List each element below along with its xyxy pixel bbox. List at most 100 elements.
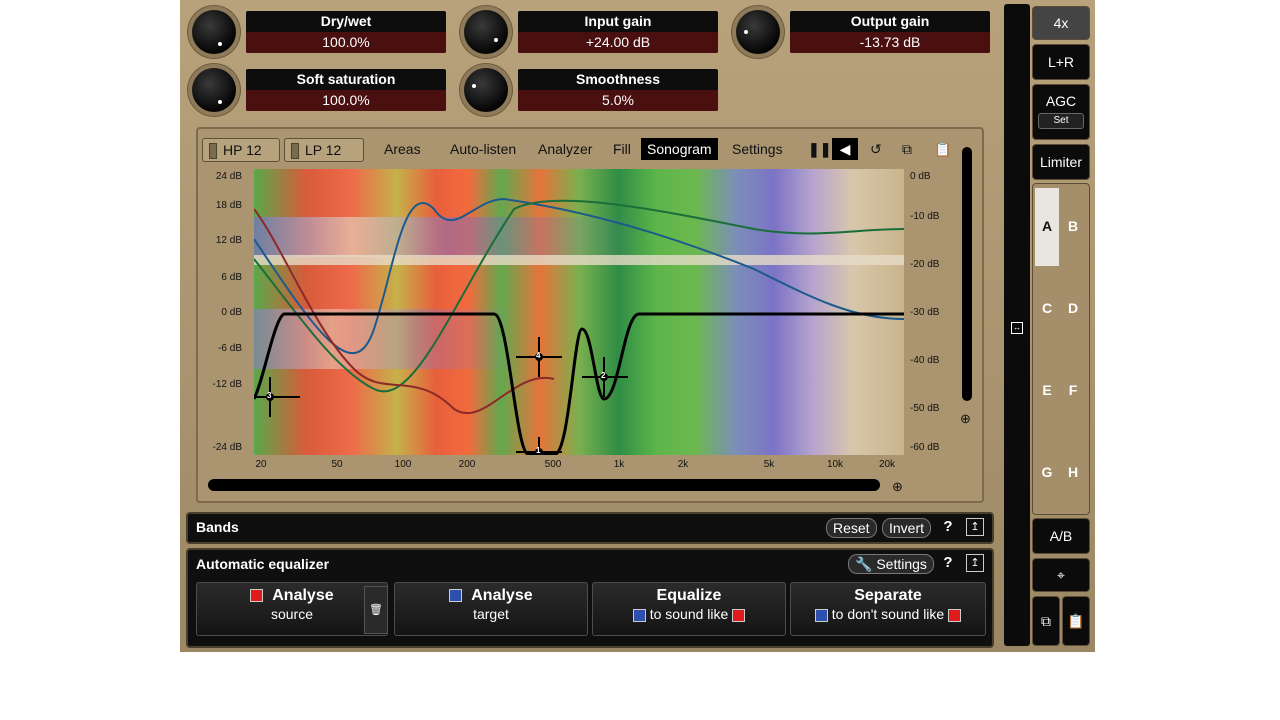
y-label-right: -60 dB xyxy=(910,442,940,453)
oversample-button[interactable]: 4x xyxy=(1032,6,1090,40)
slot-c[interactable]: C xyxy=(1037,300,1057,316)
settings-button[interactable]: Settings xyxy=(732,138,783,160)
resize-handle-icon[interactable]: ↔ xyxy=(1011,322,1023,334)
target-blue-square xyxy=(449,589,463,603)
lp-filter-button[interactable]: LP 12 xyxy=(284,138,364,162)
y-label-right: -10 dB xyxy=(910,211,940,222)
ab-slots-strip: A B C D E F G H xyxy=(1032,183,1090,515)
channel-button[interactable]: L+R xyxy=(1032,44,1090,80)
bands-title: Bands xyxy=(196,519,239,535)
fullscreen-icon[interactable]: ⌖ xyxy=(1032,558,1090,592)
smoothness-knob[interactable] xyxy=(464,68,508,112)
speaker-icon[interactable]: ◀ xyxy=(832,138,858,160)
agc-set-button[interactable]: Set xyxy=(1038,113,1084,129)
output-gain-knob[interactable] xyxy=(736,10,780,54)
zoom-in-icon[interactable]: ⊕ xyxy=(892,479,903,495)
bands-expand-icon[interactable]: ↥ xyxy=(966,518,984,536)
analyzer-panel: HP 12 LP 12 Areas Auto-listen Analyzer F… xyxy=(196,127,984,503)
invert-button[interactable]: Invert xyxy=(882,518,932,538)
vertical-divider-strip[interactable]: ↔ xyxy=(1004,4,1030,646)
output-gain-display: Output gain -13.73 dB xyxy=(790,11,990,53)
auto-eq-expand-icon[interactable]: ↥ xyxy=(966,554,984,572)
ab-button[interactable]: A/B xyxy=(1032,518,1090,554)
hp-filter-button[interactable]: HP 12 xyxy=(202,138,280,162)
slot-g[interactable]: G xyxy=(1037,464,1057,480)
separate-sublabel: to don't sound like xyxy=(831,606,945,622)
lp-led-icon xyxy=(291,143,299,160)
dry-wet-display: Dry/wet 100.0% xyxy=(246,11,446,53)
trash-icon[interactable]: 🗑 xyxy=(364,586,388,634)
reset-button[interactable]: Reset xyxy=(826,518,877,538)
equalize-red-square xyxy=(732,608,746,622)
auto-eq-help-button[interactable]: ? xyxy=(938,554,958,572)
side-column: ↔ 4x L+R AGC Set Limiter A B C D E F G H… xyxy=(1002,0,1095,652)
input-gain-knob[interactable] xyxy=(464,10,508,54)
analyse-target-button[interactable]: Analyse target xyxy=(394,582,588,636)
horizontal-scrollbar[interactable] xyxy=(208,479,880,491)
y-label-left: -24 dB xyxy=(212,442,242,453)
bands-help-button[interactable]: ? xyxy=(938,518,958,536)
vertical-scrollbar[interactable] xyxy=(962,147,972,401)
equalize-button[interactable]: Equalize to sound like xyxy=(592,582,786,636)
dry-wet-knob[interactable] xyxy=(192,10,236,54)
y-label-left: 24 dB xyxy=(215,171,242,182)
analyse-source-button[interactable]: Analyse source xyxy=(196,582,388,636)
areas-button[interactable]: Areas xyxy=(384,138,421,160)
slot-f[interactable]: F xyxy=(1063,382,1083,398)
slot-d[interactable]: D xyxy=(1063,300,1083,316)
output-gain-label: Output gain xyxy=(850,13,930,29)
x-label: 100 xyxy=(394,459,412,470)
x-label: 20 xyxy=(255,459,267,470)
analyse-target-sublabel: target xyxy=(473,606,509,622)
bands-bar: Bands Reset Invert ? ↥ xyxy=(186,512,994,544)
sonogram-button[interactable]: Sonogram xyxy=(641,138,718,160)
output-gain-value[interactable]: -13.73 dB xyxy=(790,32,990,53)
x-label: 1k xyxy=(613,459,625,470)
analyzer-button[interactable]: Analyzer xyxy=(538,138,592,160)
agc-label: AGC xyxy=(1045,93,1077,109)
sonogram-plot[interactable]: 3 4 2 1 xyxy=(254,169,904,455)
wrench-icon: 🔧 xyxy=(855,556,873,572)
eq-curve-overlay xyxy=(254,197,904,455)
dry-wet-label: Dry/wet xyxy=(320,13,372,29)
paste-icon[interactable]: 📋 xyxy=(934,138,951,160)
limiter-button[interactable]: Limiter xyxy=(1032,144,1090,180)
auto-eq-settings-label: Settings xyxy=(876,556,927,572)
eq-node-label: 3 xyxy=(267,391,272,400)
pause-icon[interactable]: ❚❚ xyxy=(808,138,831,160)
dry-wet-value[interactable]: 100.0% xyxy=(246,32,446,53)
analyzer-toolbar: HP 12 LP 12 Areas Auto-listen Analyzer F… xyxy=(202,137,972,162)
soft-saturation-value[interactable]: 100.0% xyxy=(246,90,446,111)
auto-listen-button[interactable]: Auto-listen xyxy=(450,138,516,160)
input-gain-value[interactable]: +24.00 dB xyxy=(518,32,718,53)
slot-b[interactable]: B xyxy=(1063,218,1083,234)
x-label: 2k xyxy=(677,459,689,470)
y-label-right: -40 dB xyxy=(910,355,940,366)
separate-label: Separate xyxy=(854,587,922,604)
equalize-sublabel-row: to sound like xyxy=(593,606,785,622)
y-label-left: 6 dB xyxy=(221,272,242,283)
undo-icon[interactable]: ↺ xyxy=(870,138,882,160)
paste-preset-icon[interactable]: 📋 xyxy=(1062,596,1090,646)
analyse-target-line1: Analyse xyxy=(395,587,587,605)
equalize-blue-square xyxy=(632,608,646,622)
soft-saturation-knob[interactable] xyxy=(192,68,236,112)
slot-a[interactable]: A xyxy=(1037,218,1057,234)
slot-e[interactable]: E xyxy=(1037,382,1057,398)
y-label-right: -50 dB xyxy=(910,403,940,414)
separate-sublabel-row: to don't sound like xyxy=(791,606,985,622)
x-label: 20k xyxy=(878,459,896,470)
fill-button[interactable]: Fill xyxy=(613,138,631,160)
separate-button[interactable]: Separate to don't sound like xyxy=(790,582,986,636)
zoom-in-icon[interactable]: ⊕ xyxy=(960,411,971,427)
agc-button[interactable]: AGC Set xyxy=(1032,84,1090,140)
smoothness-value[interactable]: 5.0% xyxy=(518,90,718,111)
auto-eq-settings-button[interactable]: 🔧 Settings xyxy=(848,554,934,574)
copy-icon[interactable]: ⧉ xyxy=(902,138,912,160)
slot-h[interactable]: H xyxy=(1063,464,1083,480)
separate-blue-square xyxy=(814,608,828,622)
automatic-equalizer-panel: Automatic equalizer 🔧 Settings ? ↥ Analy… xyxy=(186,548,994,648)
soft-saturation-label: Soft saturation xyxy=(296,71,396,87)
copy-preset-icon[interactable]: ⧉ xyxy=(1032,596,1060,646)
x-label: 5k xyxy=(763,459,775,470)
